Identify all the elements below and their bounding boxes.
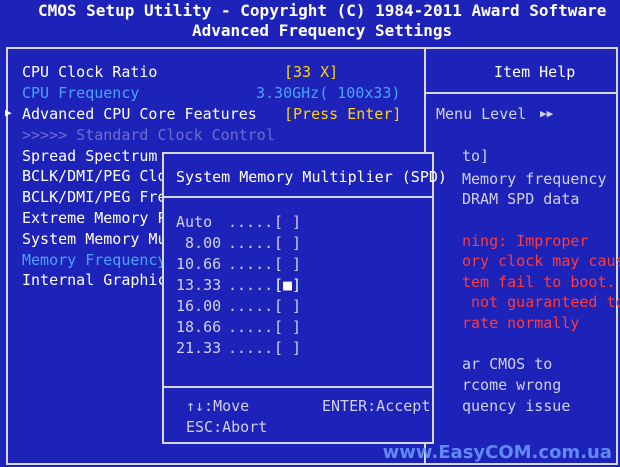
option-label: 16.00	[176, 297, 222, 315]
option-dots: .....	[228, 297, 274, 315]
option-checkbox[interactable]: [ ]	[274, 254, 301, 274]
menu-item-system-memory[interactable]: System Memory Mul	[22, 229, 176, 249]
option-dots: .....	[228, 234, 274, 252]
menu-level-arrows-icon: ▶▶	[540, 107, 554, 120]
option-row[interactable]: 21.33.....[ ]	[164, 338, 432, 358]
option-label: 8.00	[176, 234, 222, 252]
option-dots: .....	[228, 255, 274, 273]
help-warning-line: rate normally	[462, 314, 580, 332]
move-hint: ↑↓:Move	[186, 397, 250, 415]
menu-item-advanced-cpu[interactable]: Advanced CPU Core Features	[22, 104, 257, 124]
header-title: CMOS Setup Utility - Copyright (C) 1984-…	[38, 1, 607, 20]
option-label: 10.66	[176, 255, 222, 273]
menu-item-spread-spectrum[interactable]: Spread Spectrum	[22, 146, 157, 166]
menu-item-internal-graphics[interactable]: Internal Graphics	[22, 270, 176, 290]
option-label: 13.33	[176, 276, 222, 294]
cpu-frequency-value: 3.30GHz( 100x33)	[256, 84, 401, 102]
help-line: to]	[462, 147, 490, 165]
divider-help	[424, 92, 618, 94]
submenu-arrow-icon: ▶	[5, 106, 12, 119]
option-dots: .....	[228, 318, 274, 336]
menu-item-bclk-frequency[interactable]: BCLK/DMI/PEG Freq	[22, 187, 176, 207]
header-subtitle: Advanced Frequency Settings	[192, 21, 453, 40]
help-menu-level: Menu Level	[436, 105, 527, 123]
menu-item-cpu-clock-ratio[interactable]: CPU Clock Ratio	[22, 62, 157, 82]
abort-hint: ESC:Abort	[186, 418, 268, 436]
option-label: 18.66	[176, 318, 222, 336]
option-row[interactable]: 10.66.....[ ]	[164, 254, 432, 274]
menu-item-standard-clock: >>>>> Standard Clock Control	[22, 126, 275, 144]
option-checkbox-selected[interactable]: [■]	[274, 275, 301, 295]
option-dots: .....	[228, 276, 274, 294]
help-title: Item Help	[494, 63, 576, 81]
menu-item-memory-frequency: Memory Frequency(	[22, 251, 176, 269]
dialog-title-divider	[164, 196, 432, 198]
option-row[interactable]: 8.00.....[ ]	[164, 233, 432, 253]
option-checkbox[interactable]: [ ]	[274, 233, 301, 253]
option-checkbox[interactable]: [ ]	[274, 296, 301, 316]
option-checkbox[interactable]: [ ]	[274, 338, 301, 358]
help-line: DRAM SPD data	[462, 190, 580, 208]
help-warning-line: ory clock may cause	[462, 252, 620, 270]
menu-item-bclk-clock[interactable]: BCLK/DMI/PEG Cloc	[22, 166, 176, 186]
enter-hint: ENTER:Accept	[322, 397, 431, 415]
option-row[interactable]: Auto .....[ ]	[164, 212, 432, 232]
dialog-title: System Memory Multiplier (SPD)	[176, 168, 447, 186]
dialog-footer-divider	[164, 386, 432, 388]
option-dots: .....	[228, 213, 274, 231]
menu-item-cpu-frequency: CPU Frequency	[22, 84, 140, 102]
option-dots: .....	[228, 339, 274, 357]
advanced-cpu-value[interactable]: [Press Enter]	[284, 104, 401, 124]
help-line: quency issue	[462, 397, 571, 415]
memory-multiplier-dialog: System Memory Multiplier (SPD) Auto ....…	[162, 152, 447, 444]
help-warning-line: ning: Improper	[462, 232, 589, 250]
help-line: rcome wrong	[462, 376, 562, 394]
menu-item-extreme-memory[interactable]: Extreme Memory Pr	[22, 208, 176, 228]
option-row[interactable]: 18.66.....[ ]	[164, 317, 432, 337]
option-label: Auto	[176, 213, 222, 231]
help-line: Memory frequency	[462, 170, 607, 188]
cpu-clock-ratio-value[interactable]: [33 X]	[284, 62, 338, 82]
option-row[interactable]: 16.00.....[ ]	[164, 296, 432, 316]
option-checkbox[interactable]: [ ]	[274, 212, 301, 232]
help-line: ar CMOS to	[462, 355, 553, 373]
watermark: www.EasyCOM.com.ua	[382, 442, 612, 463]
option-row[interactable]: 13.33..... [■]	[164, 275, 432, 295]
option-label: 21.33	[176, 339, 222, 357]
help-warning-line: tem fail to boot.	[462, 273, 616, 291]
option-checkbox[interactable]: [ ]	[274, 317, 301, 337]
help-warning-line: not guaranteed to	[462, 293, 620, 311]
